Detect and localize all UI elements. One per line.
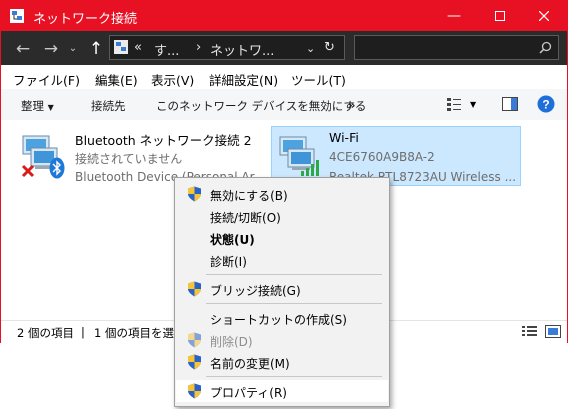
command-bar: 整理 ▼ 接続先 このネットワーク デバイスを無効にする » ▼ ? [1, 89, 567, 121]
item-status: 4CE6760A9B8A-2 [329, 150, 435, 164]
context-menu: 無効にする(B) 接続/切断(O) 状態(U) 診断(I) ブリッジ接続(G) … [174, 177, 390, 407]
uac-shield-icon [188, 354, 201, 370]
address-box[interactable]: « す... › ネットワ... ⌄ ↻ [109, 35, 345, 60]
menu-item-label: 接続/切断(O) [210, 211, 281, 225]
menu-edit[interactable]: 編集(E) [95, 70, 138, 89]
status-separator: | [81, 325, 85, 339]
item-name: Bluetooth ネットワーク接続 2 [75, 133, 252, 148]
menu-item-label: 名前の変更(M) [210, 357, 290, 371]
up-arrow-icon[interactable]: ↑ [86, 39, 106, 59]
search-input[interactable] [354, 35, 559, 60]
menu-item-label: プロパティ(R) [210, 386, 287, 400]
menu-item-label: ショートカットの作成(S) [210, 313, 347, 327]
menu-view[interactable]: 表示(V) [151, 70, 194, 89]
forward-arrow-icon[interactable]: → [41, 39, 61, 59]
refresh-icon[interactable]: ↻ [324, 40, 335, 55]
menu-item-label: ブリッジ接続(G) [210, 284, 301, 298]
uac-shield-icon [188, 383, 201, 399]
menu-item-disable[interactable]: 無効にする(B) [176, 183, 388, 205]
details-view-icon[interactable] [522, 325, 538, 338]
menu-item-status[interactable]: 状態(U) [176, 227, 388, 249]
organize-button[interactable]: 整理 ▼ [21, 98, 54, 114]
uac-shield-icon [188, 332, 201, 348]
menu-advanced[interactable]: 詳細設定(N) [209, 70, 278, 89]
search-icon [539, 41, 552, 54]
menu-separator [206, 274, 382, 275]
minimize-icon: — [447, 8, 461, 24]
back-arrow-icon[interactable]: ← [13, 39, 33, 59]
help-icon[interactable]: ? [537, 95, 555, 113]
close-icon [539, 11, 549, 21]
menu-item-properties[interactable]: プロパティ(R) [176, 380, 388, 402]
menu-bar: ファイル(F) 編集(E) 表示(V) 詳細設定(N) ツール(T) [1, 65, 567, 89]
view-options-icon[interactable] [447, 97, 463, 111]
minimize-button[interactable]: — [431, 1, 477, 31]
menu-separator [206, 303, 382, 304]
menu-item-label: 削除(D) [210, 335, 253, 349]
address-overflow[interactable]: « [134, 40, 142, 55]
menu-tools[interactable]: ツール(T) [291, 70, 346, 89]
bluetooth-icon [49, 157, 65, 179]
chevron-down-icon: ▼ [47, 103, 54, 112]
breadcrumb-separator[interactable]: › [196, 40, 201, 55]
menu-item-create-shortcut[interactable]: ショートカットの作成(S) [176, 307, 388, 329]
selected-count: 1 個の項目を選 [94, 326, 174, 340]
uac-shield-icon [188, 281, 201, 297]
menu-file[interactable]: ファイル(F) [13, 70, 80, 89]
menu-item-delete: 削除(D) [176, 329, 388, 351]
title-bar[interactable]: ネットワーク接続 — [1, 1, 567, 31]
maximize-icon [495, 11, 505, 21]
signal-strength-icon [301, 160, 319, 176]
maximize-button[interactable] [477, 1, 523, 31]
menu-separator [206, 376, 382, 377]
menu-item-rename[interactable]: 名前の変更(M) [176, 351, 388, 373]
preview-pane-icon[interactable] [502, 97, 518, 111]
organize-label: 整理 [21, 99, 44, 113]
item-count: 2 個の項目 [17, 326, 74, 340]
close-button[interactable] [521, 1, 567, 31]
more-commands-button[interactable]: » [348, 98, 355, 112]
svg-text:?: ? [542, 98, 549, 112]
menu-item-label: 状態(U) [210, 233, 255, 247]
view-dropdown-icon[interactable]: ▼ [470, 100, 476, 109]
menu-item-connect-disconnect[interactable]: 接続/切断(O) [176, 205, 388, 227]
item-status: 接続されていません [75, 152, 183, 166]
uac-shield-icon [188, 186, 201, 202]
window-title: ネットワーク接続 [33, 12, 138, 27]
large-icons-view-icon[interactable] [545, 325, 561, 338]
recent-dropdown-icon[interactable]: ⌄ [63, 39, 83, 59]
menu-item-label: 診断(I) [210, 255, 247, 269]
address-dropdown-icon[interactable]: ⌄ [306, 42, 315, 55]
breadcrumb-item[interactable]: す... [154, 40, 179, 59]
disable-device-button[interactable]: このネットワーク デバイスを無効にする [156, 98, 366, 114]
network-folder-icon [114, 40, 128, 54]
item-name: Wi-Fi [329, 130, 359, 145]
breadcrumb-item[interactable]: ネットワ... [210, 40, 274, 59]
address-toolbar: ← → ⌄ ↑ « す... › ネットワ... ⌄ ↻ [1, 31, 567, 65]
error-x-icon [21, 164, 35, 178]
menu-item-bridge[interactable]: ブリッジ接続(G) [176, 278, 388, 300]
connect-to-button[interactable]: 接続先 [91, 98, 126, 114]
menu-item-label: 無効にする(B) [210, 189, 288, 203]
network-connections-icon [10, 9, 24, 23]
menu-item-diagnose[interactable]: 診断(I) [176, 249, 388, 271]
